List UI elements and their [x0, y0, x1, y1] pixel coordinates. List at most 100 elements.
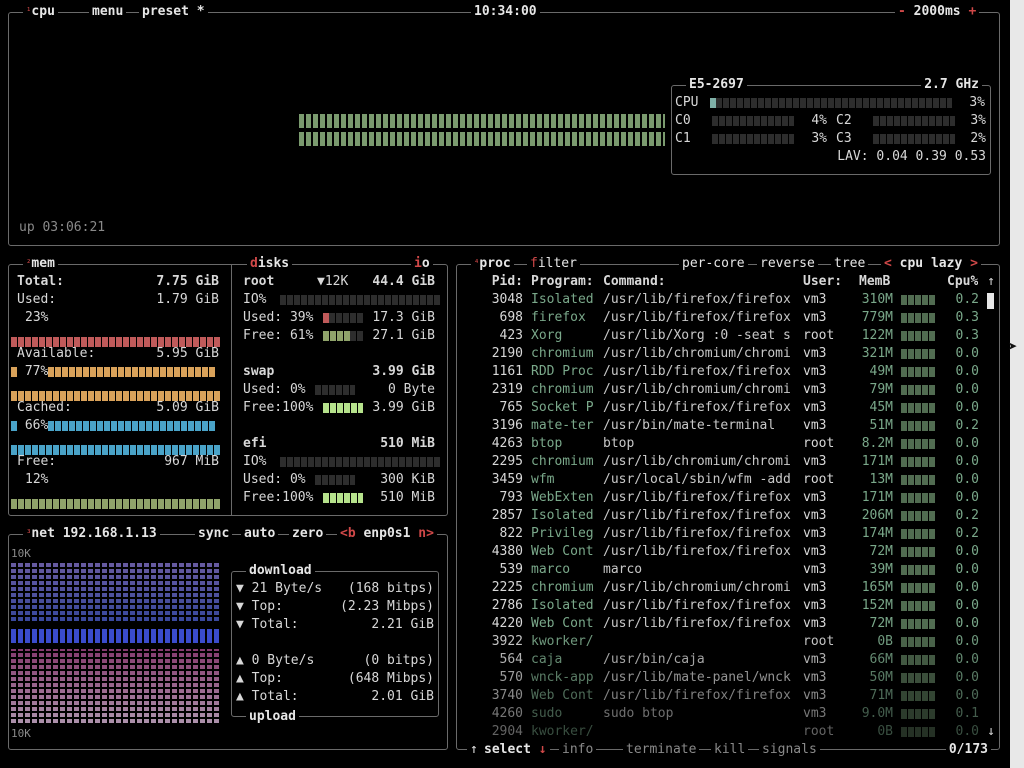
cpu-model: E5-2697 — [686, 76, 747, 94]
table-row[interactable]: 3196 mate-ter/usr/bin/mate-terminal vm3 51M… — [457, 417, 987, 435]
table-row[interactable]: 3740 Web Cont/usr/lib/firefox/firefox vm3 7… — [457, 687, 987, 705]
mem-cached-percent: 66% — [24, 418, 49, 433]
cpu-box-title: ¹cpu — [23, 3, 58, 21]
disk-efi-free-value: 510 MiB — [380, 490, 435, 505]
sort-prev-button[interactable]: < — [884, 256, 892, 271]
header-command[interactable]: Command: — [603, 273, 666, 291]
cell-program: RDD Proc — [531, 364, 594, 379]
load-average-values: 0.04 0.39 0.53 — [876, 149, 986, 164]
auto-toggle[interactable]: auto — [241, 525, 279, 543]
table-row[interactable]: 4260 sudo sudo btop vm3 9.0M 0.1 — [457, 705, 987, 723]
table-row[interactable]: 564 caja/usr/bin/caja vm3 66M 0.0 — [457, 651, 987, 669]
header-cpu[interactable]: Cpu% — [947, 273, 978, 291]
menu-tab[interactable]: menu — [89, 3, 127, 21]
signals-button[interactable]: signals — [759, 741, 820, 759]
interface-prev-button[interactable]: <b — [340, 526, 356, 541]
header-pid[interactable]: Pid: — [461, 273, 523, 291]
cell-program: Isolated — [531, 508, 594, 523]
proc-box: ⁴proc filterfilter per-core reverse tree… — [456, 255, 1000, 759]
cpu-title[interactable]: cpu — [31, 4, 54, 19]
disk-root-free-label: Free: 61% — [243, 328, 314, 343]
mem-box-title[interactable]: ²mem — [23, 255, 58, 273]
proc-box-title[interactable]: ⁴proc — [471, 255, 514, 273]
cell-user: vm3 — [803, 454, 827, 469]
table-row[interactable]: 423 Xorg/usr/lib/Xorg :0 -seat s root 122M 0… — [457, 327, 987, 345]
cell-mem: 39M — [869, 562, 893, 577]
cell-cpu: 0.2 — [955, 292, 979, 307]
table-row[interactable]: 2190 chromium/usr/lib/chromium/chromi vm3 3… — [457, 345, 987, 363]
table-row[interactable]: 4263 btop btop root 8.2M 0.0 — [457, 435, 987, 453]
cell-user: vm3 — [803, 310, 827, 325]
cell-mem: 9.0M — [861, 706, 893, 721]
cell-mem-meter — [901, 435, 935, 453]
zero-toggle[interactable]: zero — [289, 525, 327, 543]
info-button[interactable]: info — [559, 741, 597, 759]
table-row[interactable]: 1161 RDD Proc/usr/lib/firefox/firefox vm3 4… — [457, 363, 987, 381]
table-row[interactable]: 570 wnck-app/usr/lib/mate-panel/wnck vm3 50… — [457, 669, 987, 687]
table-row[interactable]: 3048 Isolated/usr/lib/firefox/firefox vm3 3… — [457, 291, 987, 309]
header-program[interactable]: Program: — [531, 273, 594, 291]
disk-efi-size: 510 MiB — [380, 436, 435, 451]
table-row[interactable]: 765 Socket P/usr/lib/firefox/firefox vm3 45… — [457, 399, 987, 417]
net-title: net — [31, 526, 55, 541]
cell-user: root — [803, 436, 835, 451]
cell-user: vm3 — [803, 616, 827, 631]
table-row[interactable]: 2295 chromium/usr/lib/chromium/chromi vm3 1… — [457, 453, 987, 471]
disks-title[interactable]: ddisksisks — [247, 255, 293, 273]
scroll-down-arrow[interactable]: ↓ — [987, 723, 995, 741]
table-row[interactable]: 2904 kworker/root 0B 0.0 — [457, 723, 987, 741]
header-mem[interactable]: MemB — [859, 273, 890, 291]
table-row[interactable]: 793 WebExten/usr/lib/firefox/firefox vm3 17… — [457, 489, 987, 507]
io-toggle[interactable]: ioio — [411, 255, 433, 273]
sync-toggle[interactable]: sync — [195, 525, 233, 543]
mem-used-row: Used: 1.79 GiB — [17, 291, 219, 309]
cell-program: wnck-app — [531, 670, 594, 685]
interval-decrease-button[interactable]: - — [898, 4, 906, 19]
table-row[interactable]: 4380 Web Cont/usr/lib/firefox/firefox vm3 7… — [457, 543, 987, 561]
cell-user: vm3 — [803, 706, 827, 721]
select-control[interactable]: select ↓ — [481, 741, 550, 759]
table-row[interactable]: 2319 chromium/usr/lib/chromium/chromi vm3 7… — [457, 381, 987, 399]
table-row[interactable]: 3922 kworker/root 0B 0.0 — [457, 633, 987, 651]
core-label: C1 — [675, 131, 691, 146]
cell-cpu: 0.2 — [955, 418, 979, 433]
table-row[interactable]: 698 firefox/usr/lib/firefox/firefox vm3 779… — [457, 309, 987, 327]
sort-next-button[interactable]: > — [970, 256, 978, 271]
scroll-up-arrow[interactable]: ↑ — [987, 273, 995, 291]
preset-tab[interactable]: preset * — [139, 3, 208, 21]
download-rate-row: ▼ 21 Byte/s (168 bitps) — [236, 581, 434, 596]
disk-swap-name: swap — [243, 364, 275, 379]
terminate-button[interactable]: terminate — [623, 741, 700, 759]
cell-cpu: 0.0 — [955, 580, 979, 595]
mem-cached-meter-row: 66% — [11, 417, 217, 435]
header-user[interactable]: User: — [803, 273, 842, 291]
table-row[interactable]: 2786 Isolated/usr/lib/firefox/firefox vm3 1… — [457, 597, 987, 615]
interval-control: - 2000ms + — [895, 3, 980, 21]
cell-mem-meter — [901, 345, 935, 363]
cell-user: vm3 — [803, 382, 827, 397]
table-row[interactable]: 4220 Web Cont/usr/lib/firefox/firefox vm3 7… — [457, 615, 987, 633]
table-row[interactable]: 822 Privileg/usr/lib/firefox/firefox vm3 17… — [457, 525, 987, 543]
per-core-toggle[interactable]: per-core — [679, 255, 748, 273]
table-row[interactable]: 539 marco marco vm3 39M 0.0 — [457, 561, 987, 579]
cell-user: vm3 — [803, 364, 827, 379]
interval-increase-button[interactable]: + — [968, 4, 976, 19]
table-row[interactable]: 2225 chromium/usr/lib/chromium/chromi vm3 1… — [457, 579, 987, 597]
cell-mem: 171M — [861, 490, 893, 505]
cell-user: vm3 — [803, 598, 827, 613]
cell-program: mate-ter — [531, 418, 594, 433]
scrollbar-thumb[interactable] — [987, 293, 994, 309]
core-meter — [712, 133, 795, 144]
filter-button[interactable]: filterfilter — [527, 255, 580, 273]
disk-efi-name: efi — [243, 436, 267, 451]
select-up-button[interactable]: ↑ — [467, 741, 481, 759]
tree-toggle[interactable]: tree — [831, 255, 869, 273]
reverse-toggle[interactable]: reverse — [757, 255, 818, 273]
table-row[interactable]: 2857 Isolated/usr/lib/firefox/firefox vm3 2… — [457, 507, 987, 525]
net-box-title[interactable]: ³net 192.168.1.13 — [23, 525, 160, 543]
kill-button[interactable]: kill — [711, 741, 749, 759]
table-row[interactable]: 3459 wfm/usr/local/sbin/wfm -add root 13M 0.… — [457, 471, 987, 489]
window-scrollbar[interactable] — [1010, 0, 1024, 768]
interface-next-button[interactable]: n> — [418, 526, 434, 541]
select-down-arrow[interactable]: ↓ — [539, 742, 547, 757]
